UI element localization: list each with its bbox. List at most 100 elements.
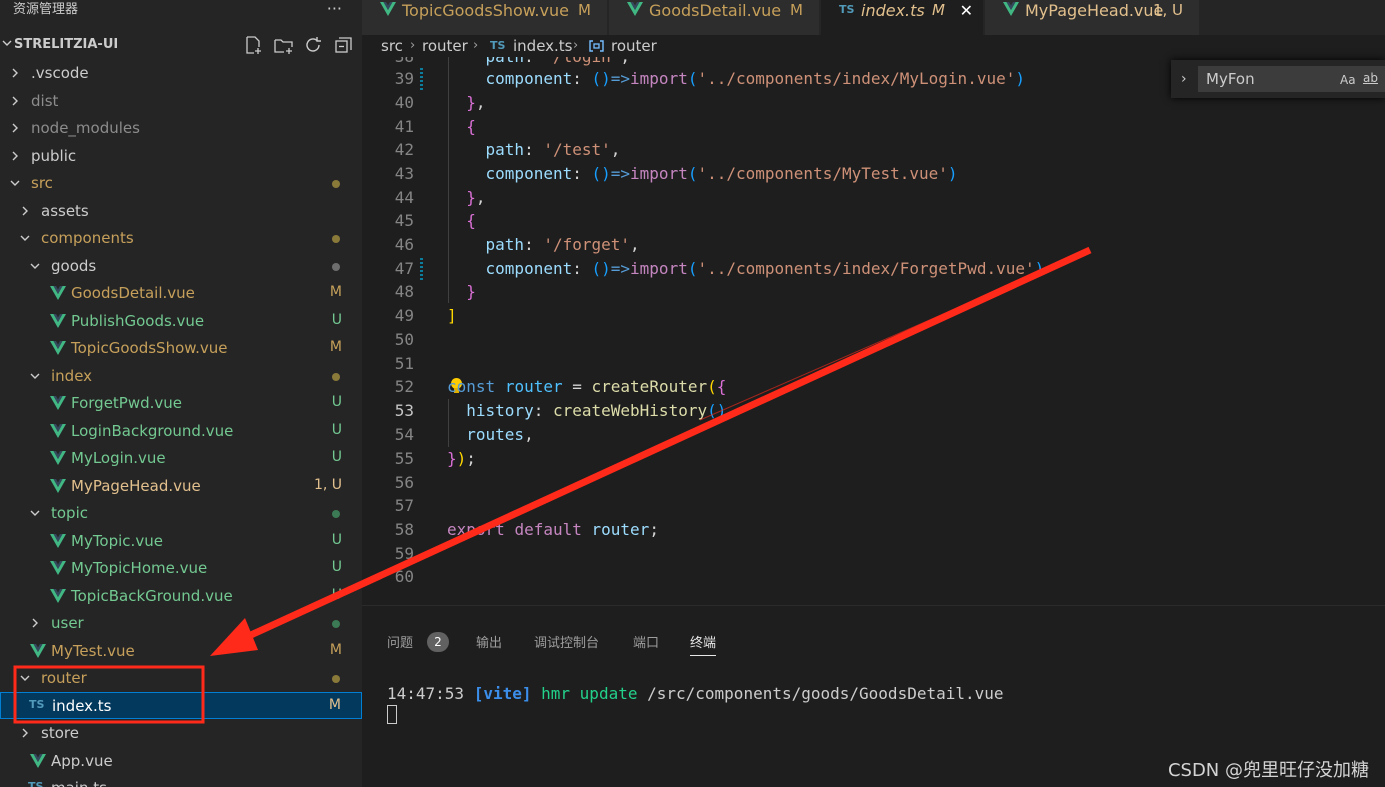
refresh-icon[interactable]: [303, 35, 324, 56]
tab-terminal[interactable]: 终端: [690, 632, 717, 656]
code-line: export default router;: [447, 520, 659, 539]
tree-folder[interactable]: store: [0, 720, 362, 747]
code-line: {: [466, 117, 476, 136]
tree-folder[interactable]: assets: [0, 198, 362, 225]
tree-folder[interactable]: .vscode: [0, 60, 362, 87]
tree-file[interactable]: TopicGoodsShow.vue M: [0, 335, 362, 362]
breadcrumb-file[interactable]: index.ts: [513, 37, 573, 55]
chevron-down-icon: [20, 235, 30, 241]
tree-item-label: components: [41, 229, 134, 247]
tab-problems[interactable]: 问题: [387, 632, 413, 651]
vue-file-icon: [50, 479, 66, 493]
tree-file[interactable]: MyPageHead.vue 1, U: [0, 473, 362, 500]
editor-tab[interactable]: GoodsDetail.vue M: [609, 0, 820, 35]
chevron-right-icon: [22, 206, 28, 216]
code-line: },: [466, 93, 486, 112]
git-status-badge: M: [329, 642, 342, 658]
ts-file-icon: TS: [29, 698, 45, 711]
code-line: component: ()=>import('../components/ind…: [485, 259, 1045, 278]
modified-dot-icon: [332, 180, 340, 188]
modified-dot-icon: [332, 373, 340, 381]
tree-file[interactable]: LoginBackground.vue U: [0, 418, 362, 445]
tree-file[interactable]: App.vue: [0, 748, 362, 775]
tree-folder[interactable]: components: [0, 225, 362, 252]
tab-ports[interactable]: 端口: [633, 632, 659, 651]
match-case-toggle[interactable]: Aa: [1340, 73, 1356, 87]
csdn-watermark: CSDN @兜里旺仔没加糖: [1167, 760, 1369, 781]
tree-file[interactable]: TopicBackGround.vue U: [0, 583, 362, 610]
tree-file[interactable]: TS main.ts: [0, 775, 362, 787]
match-whole-word-toggle[interactable]: ab: [1363, 71, 1378, 85]
tab-git-status: 1, U: [1152, 1, 1183, 19]
breadcrumb-separator-icon: ›: [410, 38, 416, 53]
tree-file[interactable]: MyTest.vue M: [0, 638, 362, 665]
git-status-badge: U: [331, 312, 342, 328]
git-status-badge: U: [331, 532, 342, 548]
git-status-badge: U: [331, 394, 342, 410]
tree-folder[interactable]: topic: [0, 500, 362, 527]
code-line: });: [447, 449, 476, 468]
project-root[interactable]: STRELITZIA-UI: [0, 33, 362, 59]
breadcrumb-symbol[interactable]: router: [611, 37, 657, 55]
tree-folder[interactable]: router: [0, 665, 362, 692]
code-line: path: '/test',: [485, 140, 621, 159]
vue-file-icon: [380, 2, 396, 16]
find-input[interactable]: MyFon: [1198, 66, 1385, 92]
tree-folder[interactable]: public: [0, 143, 362, 170]
toggle-replace-chevron-icon[interactable]: ›: [1181, 71, 1187, 87]
tree-file[interactable]: ForgetPwd.vue U: [0, 390, 362, 417]
code-line: component: ()=>import('../components/MyT…: [485, 164, 958, 183]
line-number: 49: [394, 306, 414, 325]
chevron-down-icon: [30, 263, 40, 269]
editor-tab[interactable]: TS index.ts M ✕: [821, 0, 984, 35]
tree-folder[interactable]: node_modules: [0, 115, 362, 142]
tree-file[interactable]: MyLogin.vue U: [0, 445, 362, 472]
tab-output[interactable]: 输出: [476, 632, 502, 651]
chevron-right-icon: [22, 728, 28, 738]
code-line: routes,: [466, 425, 534, 444]
editor-tab[interactable]: TopicGoodsShow.vue M: [362, 0, 608, 35]
ts-file-icon: TS: [28, 780, 44, 787]
line-number: 56: [394, 473, 414, 492]
git-status-badge: U: [331, 587, 342, 603]
more-actions-icon[interactable]: ···: [327, 0, 342, 22]
tree-item-label: user: [51, 614, 84, 632]
tree-file[interactable]: PublishGoods.vue U: [0, 308, 362, 335]
tree-item-label: ForgetPwd.vue: [71, 394, 183, 412]
collapse-all-icon[interactable]: [333, 35, 354, 56]
editor-tabs: TopicGoodsShow.vue M GoodsDetail.vue M TS ind…: [362, 0, 1385, 35]
tab-debug-console[interactable]: 调试控制台: [534, 632, 599, 651]
ts-file-icon: TS: [839, 3, 855, 16]
line-number: 59: [394, 544, 414, 563]
tree-item-label: App.vue: [51, 752, 113, 770]
tree-item-label: dist: [31, 92, 59, 110]
tree-folder[interactable]: dist: [0, 88, 362, 115]
tree-file[interactable]: MyTopicHome.vue U: [0, 555, 362, 582]
breadcrumb-src[interactable]: src: [381, 37, 403, 55]
tree-folder[interactable]: index: [0, 363, 362, 390]
git-status-badge: M: [329, 339, 342, 355]
tree-folder[interactable]: goods: [0, 253, 362, 280]
code-editor[interactable]: 38 path: '/login',39 component: ()=>impo…: [362, 57, 1385, 605]
tree-file[interactable]: TS index.ts M: [0, 692, 362, 719]
chevron-down-icon: [30, 373, 40, 379]
code-line: {: [466, 211, 476, 230]
tree-folder[interactable]: src: [0, 170, 362, 197]
chevron-down-icon: [10, 180, 20, 186]
editor-tab[interactable]: MyPageHead.vue 1, U: [985, 0, 1200, 35]
new-folder-icon[interactable]: [273, 35, 294, 56]
git-status-badge: 1, U: [313, 477, 342, 493]
tree-file[interactable]: MyTopic.vue U: [0, 528, 362, 555]
terminal-cursor[interactable]: [387, 705, 397, 724]
chevron-right-icon: [12, 151, 18, 161]
tree-file[interactable]: GoodsDetail.vue M: [0, 280, 362, 307]
tree-item-label: src: [31, 174, 53, 192]
terminal-path: /src/components/goods/GoodsDetail.vue: [647, 684, 1004, 703]
close-icon[interactable]: ✕: [960, 1, 973, 20]
code-line: },: [466, 188, 486, 207]
breadcrumb-router[interactable]: router: [422, 37, 468, 55]
line-number: 50: [394, 330, 414, 349]
tree-folder[interactable]: user: [0, 610, 362, 637]
line-number: 53: [394, 401, 414, 420]
new-file-icon[interactable]: [243, 35, 264, 56]
